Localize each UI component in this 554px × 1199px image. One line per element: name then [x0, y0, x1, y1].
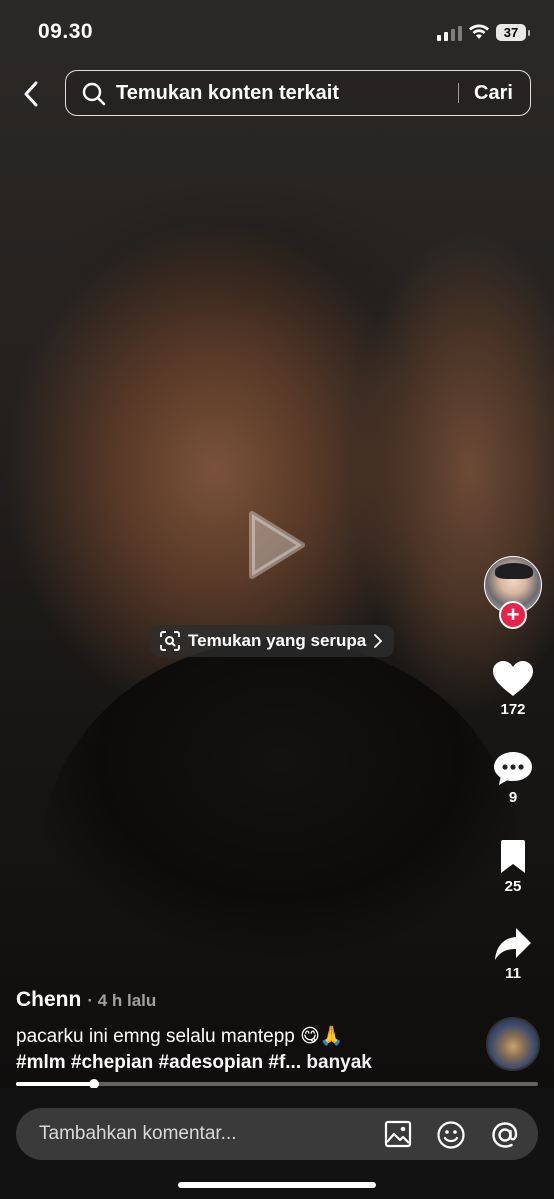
share-button[interactable]: 11 — [484, 926, 542, 982]
music-disc[interactable] — [486, 1017, 540, 1071]
comment-input[interactable]: Tambahkan komentar... — [16, 1108, 538, 1160]
search-placeholder[interactable]: Temukan konten terkait — [116, 82, 339, 105]
chevron-right-icon — [374, 634, 383, 648]
follow-button[interactable]: + — [499, 601, 527, 629]
status-bar: 09.30 37 — [0, 0, 554, 64]
search-icon — [82, 82, 106, 106]
emoji-icon[interactable] — [436, 1120, 466, 1150]
bookmark-icon — [501, 840, 525, 873]
search-divider — [458, 83, 459, 103]
hashtags-row: #mlm #chepian #adesopian #f... banyak — [16, 1050, 476, 1076]
see-more-link[interactable]: banyak — [306, 1052, 371, 1073]
caption-text: pacarku ini emng selalu mantepp 😋🙏 — [16, 1026, 344, 1047]
post-time: · 4 h lalu — [87, 991, 157, 1010]
search-input[interactable]: Temukan konten terkait Cari — [65, 70, 531, 116]
find-similar-label: Temukan yang serupa — [188, 631, 367, 650]
like-button[interactable]: 172 — [484, 660, 542, 718]
hashtag-links[interactable]: #mlm #chepian #adesopian #f... — [16, 1052, 301, 1073]
comment-button[interactable]: 9 — [484, 750, 542, 806]
author-username[interactable]: Chenn — [16, 988, 81, 1011]
play-icon[interactable] — [246, 508, 308, 582]
comment-placeholder[interactable]: Tambahkan komentar... — [39, 1123, 237, 1145]
comment-bubble-icon — [494, 752, 532, 785]
image-icon[interactable] — [384, 1120, 412, 1148]
wifi-icon — [469, 24, 489, 39]
comment-bar: Tambahkan komentar... — [0, 1088, 554, 1199]
share-arrow-icon — [495, 928, 531, 960]
back-button[interactable] — [16, 78, 46, 110]
comment-count: 9 — [508, 789, 518, 806]
author-row: Chenn · 4 h lalu — [16, 988, 476, 1012]
visual-search-icon — [160, 631, 180, 651]
like-count: 172 — [500, 701, 526, 718]
progress-fill — [16, 1082, 95, 1086]
search-submit-button[interactable]: Cari — [474, 82, 513, 105]
at-icon[interactable] — [490, 1120, 520, 1150]
cellular-signal-icon — [437, 26, 462, 41]
battery-indicator: 37 — [496, 24, 530, 41]
share-count: 11 — [505, 965, 521, 982]
video-progress-bar[interactable] — [16, 1079, 538, 1089]
bookmark-count: 25 — [504, 878, 522, 895]
status-time: 09.30 — [38, 20, 94, 43]
home-indicator — [178, 1182, 376, 1188]
post-caption: Chenn · 4 h lalu pacarku ini emng selalu … — [16, 988, 476, 1076]
plus-icon: + — [506, 602, 520, 627]
chevron-left-icon — [24, 81, 38, 107]
bookmark-button[interactable]: 25 — [484, 839, 542, 895]
find-similar-button[interactable]: Temukan yang serupa — [150, 625, 395, 657]
heart-icon — [493, 661, 533, 696]
